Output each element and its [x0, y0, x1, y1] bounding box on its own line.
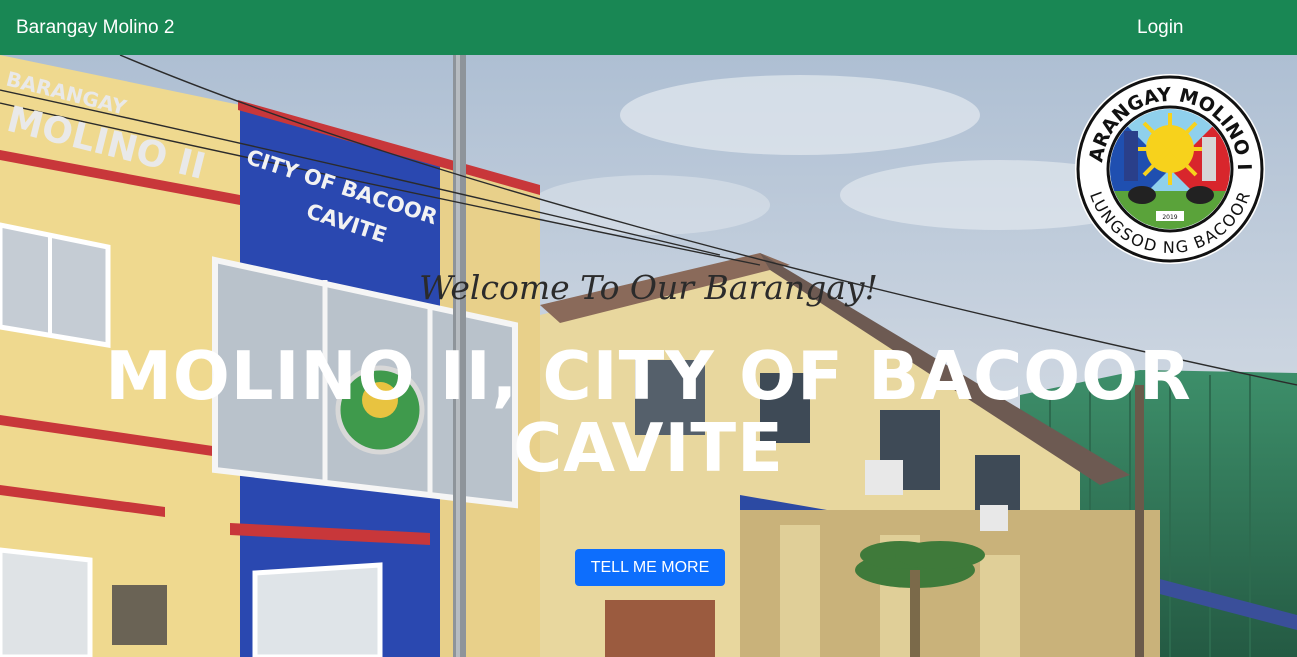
- tell-me-more-button[interactable]: TELL ME MORE: [575, 549, 725, 586]
- brand-link[interactable]: Barangay Molino 2: [16, 17, 174, 39]
- login-link[interactable]: Login: [1137, 17, 1184, 39]
- hero-headline: MOLINO II, CITY OF BACOOR CAVITE: [105, 337, 1192, 487]
- seal-year: 2019: [1162, 214, 1177, 221]
- barangay-seal-logo: 2019 BARANGAY MOLINO II LUNGSOD NG BACOO…: [1072, 71, 1265, 264]
- welcome-text: Welcome To Our Barangay!: [419, 268, 878, 307]
- hero-section: BARANGAY MOLINO II CITY OF BACOOR CAVITE: [0, 55, 1297, 657]
- top-navbar: Barangay Molino 2 Login: [0, 0, 1297, 55]
